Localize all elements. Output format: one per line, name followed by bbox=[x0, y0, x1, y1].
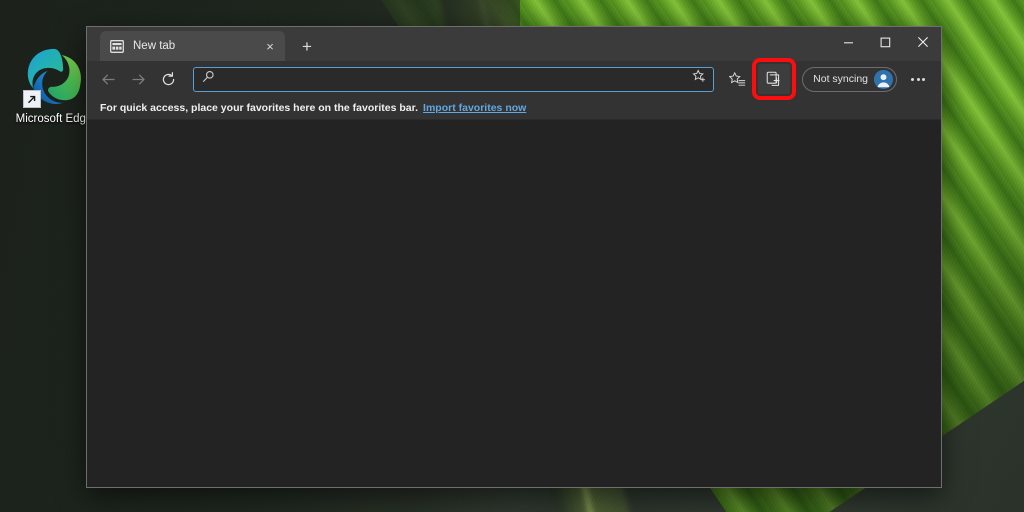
menu-dot bbox=[911, 77, 914, 81]
tab-title: New tab bbox=[133, 40, 176, 52]
page-content-area[interactable] bbox=[87, 119, 941, 487]
favorites-bar-message: For quick access, place your favorites h… bbox=[100, 102, 419, 114]
edge-browser-window: New tab × + Not syncing For quick access… bbox=[86, 26, 942, 488]
window-controls bbox=[830, 27, 941, 57]
profile-sync-label: Not syncing bbox=[813, 73, 868, 85]
settings-and-more-icon[interactable] bbox=[903, 65, 933, 93]
import-favorites-link[interactable]: Import favorites now bbox=[423, 102, 526, 114]
favorites-bar: For quick access, place your favorites h… bbox=[87, 97, 941, 119]
search-icon bbox=[202, 70, 215, 88]
address-bar[interactable] bbox=[193, 66, 715, 92]
shortcut-arrow-icon bbox=[23, 90, 41, 108]
add-favorite-star-icon[interactable] bbox=[692, 69, 707, 89]
refresh-icon[interactable] bbox=[153, 65, 183, 93]
menu-dot bbox=[916, 77, 920, 81]
menu-dot bbox=[922, 77, 925, 81]
new-tab-button[interactable]: + bbox=[293, 32, 321, 60]
collections-icon[interactable] bbox=[752, 58, 797, 100]
close-window-button[interactable] bbox=[904, 27, 941, 57]
address-input[interactable] bbox=[222, 73, 686, 85]
browser-tab[interactable]: New tab × bbox=[100, 31, 285, 61]
new-tab-favicon bbox=[109, 39, 125, 53]
favorites-hub-icon[interactable] bbox=[722, 65, 752, 93]
maximize-button[interactable] bbox=[867, 27, 904, 57]
profile-avatar bbox=[874, 69, 893, 89]
browser-toolbar: Not syncing bbox=[87, 58, 941, 100]
edge-logo bbox=[23, 46, 85, 108]
minimize-button[interactable] bbox=[830, 27, 867, 57]
desktop: Microsoft Edge New tab × + Not syncing F… bbox=[0, 0, 1024, 512]
forward-arrow-icon[interactable] bbox=[123, 65, 153, 93]
titlebar: New tab × + bbox=[87, 27, 941, 61]
profile-sync-status[interactable]: Not syncing bbox=[802, 66, 897, 92]
tab-close-button[interactable]: × bbox=[261, 37, 279, 55]
back-arrow-icon[interactable] bbox=[93, 65, 123, 93]
